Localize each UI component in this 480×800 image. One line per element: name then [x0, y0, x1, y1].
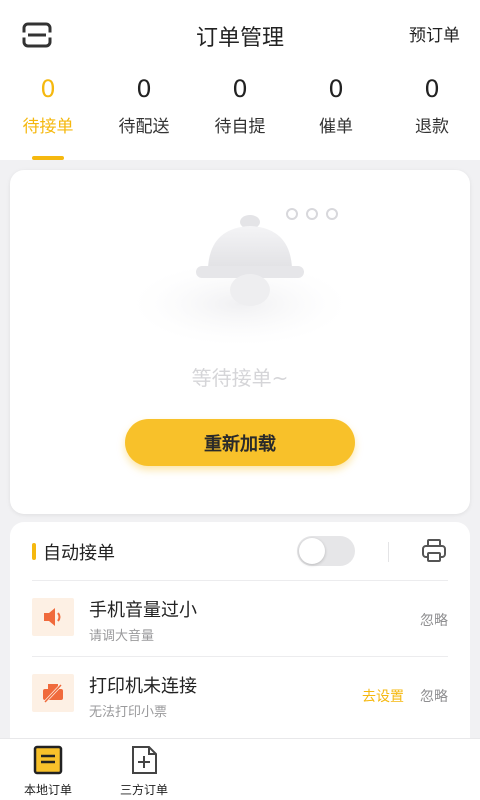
tab-count: 0	[232, 75, 248, 103]
nav-label: 三方订单	[119, 783, 168, 797]
nav-label: 本地订单	[23, 783, 72, 797]
auto-accept-label: 自动接单	[43, 543, 115, 564]
reload-button[interactable]: 重新加载	[125, 419, 355, 466]
printer-icon[interactable]	[420, 537, 448, 565]
header: 订单管理 预订单 0 待接单 0 待配送 0 待自提 0 催单 0 退款	[0, 0, 480, 160]
nav-third-party-orders[interactable]: 三方订单	[96, 739, 192, 800]
tab-label: 待接单	[22, 117, 74, 137]
tab-count: 0	[328, 75, 344, 103]
auto-accept-row: 自动接单	[10, 522, 470, 580]
ignore-button[interactable]: 忽略	[420, 610, 448, 630]
list-icon	[33, 745, 63, 775]
auto-accept-toggle[interactable]	[297, 536, 355, 566]
alert-title: 打印机未连接	[89, 676, 197, 697]
alert-subtitle: 请调大音量	[89, 629, 155, 644]
order-status-tabs: 0 待接单 0 待配送 0 待自提 0 催单 0 退款	[0, 74, 480, 160]
tab-pending-pickup[interactable]: 0 待自提	[192, 74, 288, 160]
add-document-icon	[132, 746, 157, 774]
alert-printer-disconnected: 打印机未连接 无法打印小票 去设置 忽略	[32, 656, 448, 732]
nav-local-orders[interactable]: 本地订单	[0, 739, 96, 800]
tab-count: 0	[136, 75, 152, 103]
waiting-message: 等待接单~	[191, 366, 289, 390]
tab-label: 催单	[319, 117, 353, 137]
toggle-knob	[299, 538, 325, 564]
go-setup-button[interactable]: 去设置	[362, 686, 404, 706]
tab-pending-delivery[interactable]: 0 待配送	[96, 74, 192, 160]
preorder-button[interactable]: 预订单	[409, 21, 460, 46]
tab-count: 0	[40, 75, 56, 103]
tab-label: 退款	[415, 117, 449, 137]
bell-icon	[132, 208, 348, 346]
tab-label: 待自提	[214, 117, 266, 137]
tab-pending-accept[interactable]: 0 待接单	[0, 74, 96, 160]
tab-label: 待配送	[118, 117, 170, 137]
divider	[388, 542, 389, 562]
tab-refunds[interactable]: 0 退款	[384, 74, 480, 160]
alert-subtitle: 无法打印小票	[89, 705, 168, 720]
tab-reminders[interactable]: 0 催单	[288, 74, 384, 160]
alert-volume-low: 手机音量过小 请调大音量 忽略	[32, 580, 448, 656]
alert-title: 手机音量过小	[89, 600, 197, 621]
empty-state-card: 等待接单~ 重新加载	[10, 170, 470, 514]
speaker-icon	[32, 598, 74, 636]
page-title: 订单管理	[195, 26, 284, 51]
tab-count: 0	[424, 75, 440, 103]
bottom-nav: 本地订单 三方订单	[0, 738, 480, 800]
section-indicator	[32, 543, 36, 560]
ignore-button[interactable]: 忽略	[420, 686, 448, 706]
printer-off-icon	[32, 674, 74, 712]
